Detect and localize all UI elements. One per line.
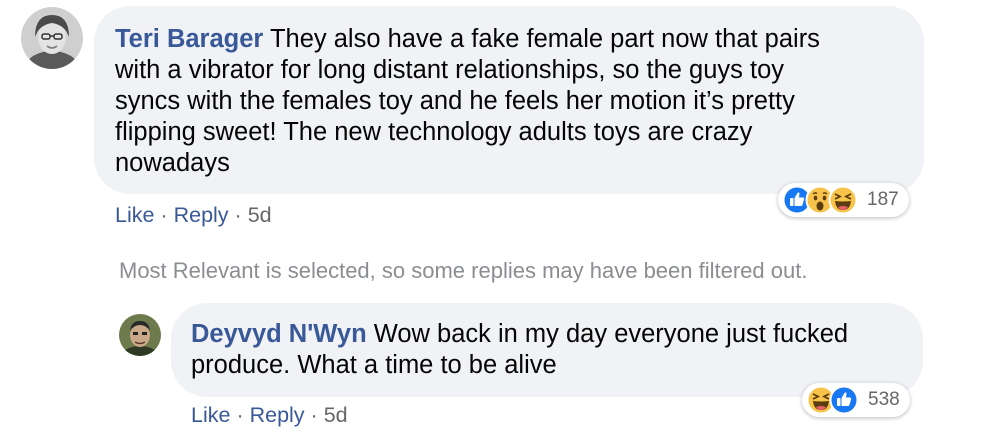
reaction-count: 538: [868, 389, 900, 410]
like-link[interactable]: Like: [115, 203, 154, 227]
avatar-deyvyd-nwyn[interactable]: [119, 314, 161, 356]
wow-icon: [805, 185, 835, 215]
comment-age[interactable]: 5d: [248, 203, 272, 227]
reaction-summary[interactable]: 538: [802, 383, 910, 417]
comment-text: Teri Barager They also have a fake femal…: [115, 25, 820, 177]
reaction-count: 187: [867, 189, 899, 210]
reply-actions: Like · Reply · 5d: [191, 403, 348, 428]
comment-bubble: Teri Barager They also have a fake femal…: [94, 6, 924, 194]
comment-age[interactable]: 5d: [324, 403, 348, 427]
comment-actions: Like · Reply · 5d: [115, 203, 272, 228]
haha-icon: [806, 385, 836, 415]
haha-icon: [828, 185, 858, 215]
reply-bubble: Deyvyd N'Wyn Wow back in my day everyone…: [171, 303, 923, 397]
reply-text: Deyvyd N'Wyn Wow back in my day everyone…: [191, 320, 849, 379]
reply-author[interactable]: Deyvyd N'Wyn: [191, 320, 367, 348]
separator: ·: [234, 203, 242, 227]
reply-link[interactable]: Reply: [250, 403, 305, 427]
comment-author[interactable]: Teri Barager: [115, 25, 263, 53]
separator: ·: [310, 403, 318, 427]
avatar-teri-barager[interactable]: [21, 7, 83, 69]
like-icon: [829, 385, 859, 415]
reply-link[interactable]: Reply: [174, 203, 229, 227]
like-icon: [782, 185, 812, 215]
reaction-summary[interactable]: 187: [778, 183, 909, 217]
separator: ·: [160, 203, 168, 227]
like-link[interactable]: Like: [191, 403, 230, 427]
filter-note: Most Relevant is selected, so some repli…: [119, 258, 808, 283]
separator: ·: [236, 403, 244, 427]
